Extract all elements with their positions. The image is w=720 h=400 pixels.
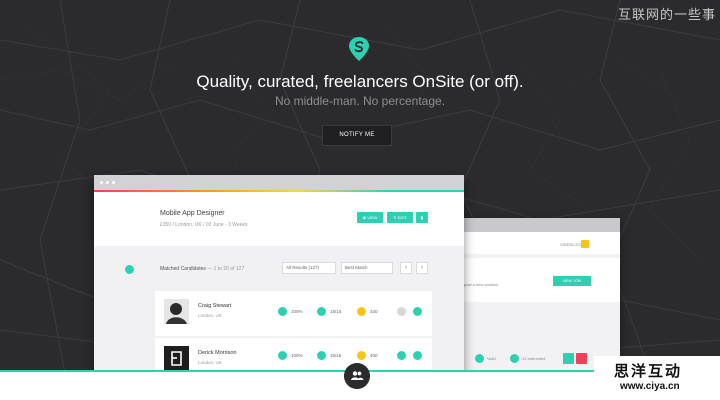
back-window-badge-icon [581,240,589,248]
watermark-top-text: 互联网的一些事 [617,8,716,23]
check-icon[interactable] [413,351,422,360]
candidate-score: 100% [291,309,303,314]
window-titlebar [94,175,464,190]
job-title: Mobile App Designer [160,210,225,217]
edit-button-label: EDIT [397,215,407,220]
job-meta: £350 / London, UK / 03 June - 3 Weeks [160,222,248,228]
valid-icon [475,354,484,363]
window-dot-icon[interactable] [106,181,109,184]
pound-icon [357,307,366,316]
front-app-window: Mobile App Designer £350 / London, UK / … [94,175,464,375]
candidate-score: 100% [291,353,303,358]
candidate-card[interactable]: Craig Stewart London, UK 100% 15/15 340 [155,291,432,336]
check-icon[interactable] [413,307,422,316]
avatar [164,299,189,324]
pound-icon [357,351,366,360]
back-window-header [452,232,620,254]
matched-candidates-label: Matched Candidates — 1 to 20 of 127 [160,266,244,272]
window-dot-icon[interactable] [112,181,115,184]
avatar [164,346,189,371]
users-fab-button[interactable] [344,363,370,389]
trash-icon: ▮ [420,215,424,220]
delete-button[interactable]: ▮ [416,212,428,223]
candidate-rate: 340 [370,309,378,314]
lightning-icon [278,307,287,316]
notify-me-button[interactable]: NOTIFY ME [322,125,392,146]
search-icon [125,265,134,274]
job-header: Mobile App Designer £350 / London, UK / … [94,192,464,246]
candidate-location: London, UK [198,360,222,365]
prev-page-button[interactable]: ‹ [400,262,412,274]
edit-button[interactable]: ✎ EDIT [387,212,413,223]
results-filter-select[interactable]: All Results (127) [282,262,336,274]
candidate-location: London, UK [198,313,222,318]
candidate-tasks: 15/15 [330,353,342,358]
valid-label: Valid [487,356,496,361]
tasks-icon [317,351,326,360]
interested-icon [510,354,519,363]
candidate-tasks: 15/15 [330,309,342,314]
candidate-name: Craig Stewart [198,303,232,309]
view-button[interactable]: ◉ VIEW [357,212,383,223]
matched-title: Matched Candidates [160,266,206,272]
candidate-rate: 400 [370,353,378,358]
hero-headline: Quality, curated, freelancers OnSite (or… [196,72,524,91]
watermark-bottom-url: www.ciya.cn [620,381,680,392]
back-delete-icon[interactable] [576,353,587,364]
back-edit-icon[interactable] [563,353,574,364]
new-job-button[interactable]: NEW JOB [553,276,591,286]
sort-value: Best Match [345,265,368,270]
back-window-position-text: post a new position. [464,282,500,287]
back-window-titlebar [452,218,620,232]
back-window-sidebar-label: SIDEBLOCK [560,242,583,247]
hero-subline: No middle-man. No percentage. [274,94,446,108]
interested-label: 12 Interested [522,356,546,361]
chevron-right-icon: › [421,265,423,271]
candidate-name: Derick Morrison [198,350,237,356]
window-dot-icon[interactable] [100,181,103,184]
chevron-left-icon: ‹ [405,265,407,271]
matched-range: — 1 to 20 of 127 [207,266,245,272]
view-button-label: VIEW [367,215,378,220]
back-window-panel [452,258,620,302]
tasks-icon [317,307,326,316]
watermark-bottom-cn: 思洋互动 [614,362,683,380]
lightning-icon [278,351,287,360]
next-page-button[interactable]: › [416,262,428,274]
brand-logo-icon [349,37,369,61]
results-filter-value: All Results (127) [286,265,320,270]
shortlist-icon[interactable] [397,307,406,316]
shortlist-icon[interactable] [397,351,406,360]
sort-select[interactable]: Best Match [341,262,393,274]
